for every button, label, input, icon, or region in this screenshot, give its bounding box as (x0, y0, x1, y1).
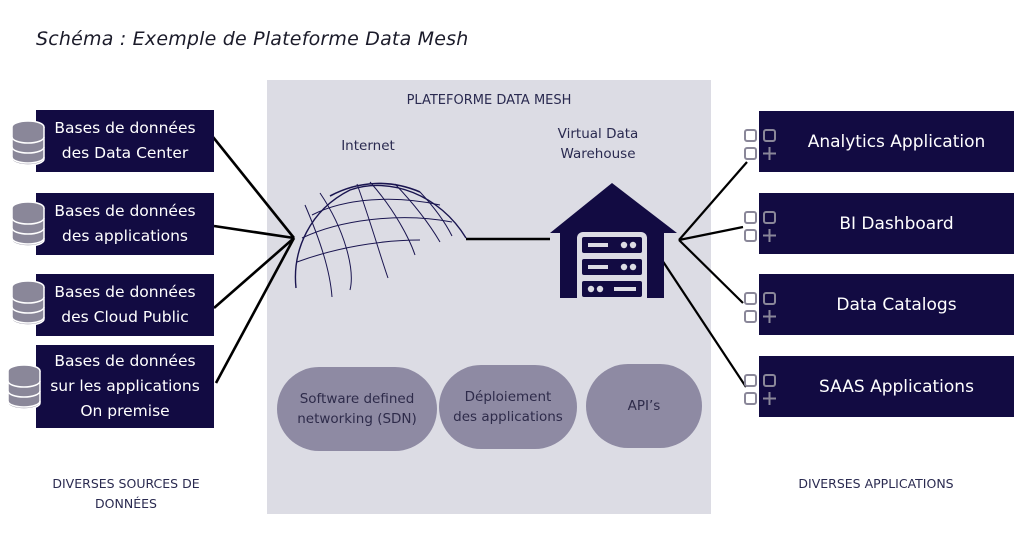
source-box-on-premise: Bases de données sur les applications On p… (36, 345, 214, 428)
app-grid-icon (744, 292, 776, 323)
service-label-line1: Déploiement (464, 389, 552, 405)
app-label: Analytics Application (807, 131, 986, 152)
app-grid-icon (744, 129, 776, 160)
source-label-line2: des Data Center (61, 144, 189, 162)
source-label-line1: Bases de données (54, 283, 196, 301)
source-box-applications: Bases de données des applications (36, 193, 214, 255)
connector-source-3 (213, 237, 295, 309)
app-label: Data Catalogs (836, 294, 957, 315)
database-icon (7, 364, 41, 410)
globe-icon (294, 181, 467, 298)
app-box-data-catalogs: Data Catalogs (759, 274, 1014, 335)
warehouse-icon (550, 183, 677, 304)
app-box-saas: SAAS Applications (759, 356, 1014, 417)
service-label-line2: networking (SDN) (297, 411, 417, 427)
database-icon (11, 120, 45, 166)
connector-source-1 (203, 126, 296, 239)
sources-caption: DIVERSES SOURCES DE DONNÉES (20, 474, 232, 514)
service-label-line1: API’s (627, 398, 661, 414)
service-apis: API’s (586, 364, 702, 448)
source-label-line1: Bases de données (54, 119, 196, 137)
applications-caption: DIVERSES APPLICATIONS (798, 476, 954, 491)
app-connectors (661, 161, 748, 388)
service-label-line1: Software defined (299, 391, 415, 407)
source-label-line2: des Cloud Public (61, 308, 189, 326)
source-box-cloud-public: Bases de données des Cloud Public (36, 274, 214, 336)
source-label-line1: Bases de données (54, 352, 196, 370)
app-grid-icon (744, 374, 776, 405)
source-label-line2: sur les applications (50, 377, 200, 395)
source-connectors (203, 126, 296, 384)
connector-app-3 (678, 239, 744, 304)
connector-source-2 (213, 224, 295, 240)
app-grid-icon (744, 211, 776, 242)
app-box-bi-dashboard: BI Dashboard (759, 193, 1014, 254)
sources-caption-line2: DONNÉES (95, 496, 157, 511)
app-box-analytics: Analytics Application (759, 111, 1014, 172)
database-icon (11, 201, 45, 247)
service-sdn: Software defined networking (SDN) (277, 367, 437, 451)
source-label-line1: Bases de données (54, 202, 196, 220)
source-label-line2: des applications (62, 227, 188, 245)
service-label-line2: des applications (453, 409, 563, 425)
sources-caption-line1: DIVERSES SOURCES DE (52, 476, 200, 491)
source-label-line3: On premise (80, 402, 170, 420)
app-label: BI Dashboard (839, 213, 954, 234)
app-label: SAAS Applications (819, 376, 974, 397)
database-icon (11, 280, 45, 326)
service-deployment: Déploiement des applications (439, 365, 577, 449)
source-box-data-center: Bases de données des Data Center (36, 110, 214, 172)
connector-source-4 (214, 237, 296, 384)
